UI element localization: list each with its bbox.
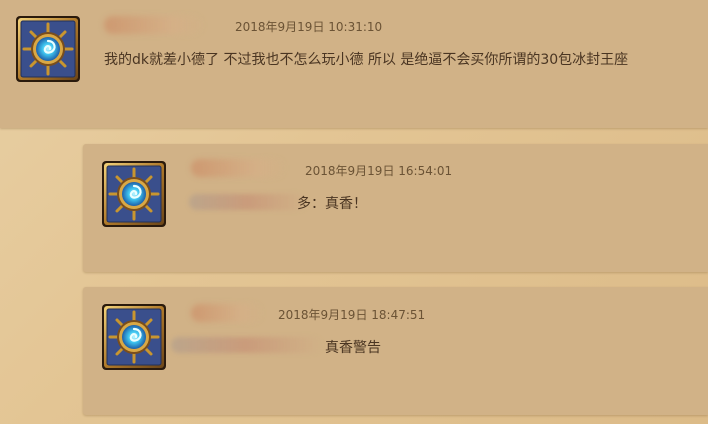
hearthstone-logo-icon[interactable]	[101, 303, 167, 371]
username-redacted	[104, 16, 204, 34]
post-original: 2018年9月19日 10:31:10 我的dk就差小德了 不过我也不怎么玩小德…	[0, 0, 708, 128]
post-timestamp: 2018年9月19日 10:31:10	[235, 20, 383, 34]
post-content: 真香警告	[325, 340, 381, 356]
post-timestamp: 2018年9月19日 18:47:51	[278, 308, 426, 322]
reply-post: 2018年9月19日 18:47:51 真香警告	[83, 287, 708, 415]
username-redacted	[191, 304, 263, 322]
hearthstone-logo-icon[interactable]	[101, 160, 167, 228]
reply-post: 2018年9月19日 16:54:01 多：真香！	[83, 144, 708, 272]
post-timestamp: 2018年9月19日 16:54:01	[305, 164, 453, 178]
quoted-text-redacted	[171, 337, 321, 353]
quoted-text-redacted	[189, 194, 307, 210]
hearthstone-logo-icon[interactable]	[15, 15, 81, 83]
post-content: 我的dk就差小德了 不过我也不怎么玩小德 所以 是绝逼不会买你所谓的30包冰封王…	[104, 52, 629, 68]
username-redacted	[191, 159, 286, 177]
post-content: 多：真香！	[297, 196, 367, 212]
